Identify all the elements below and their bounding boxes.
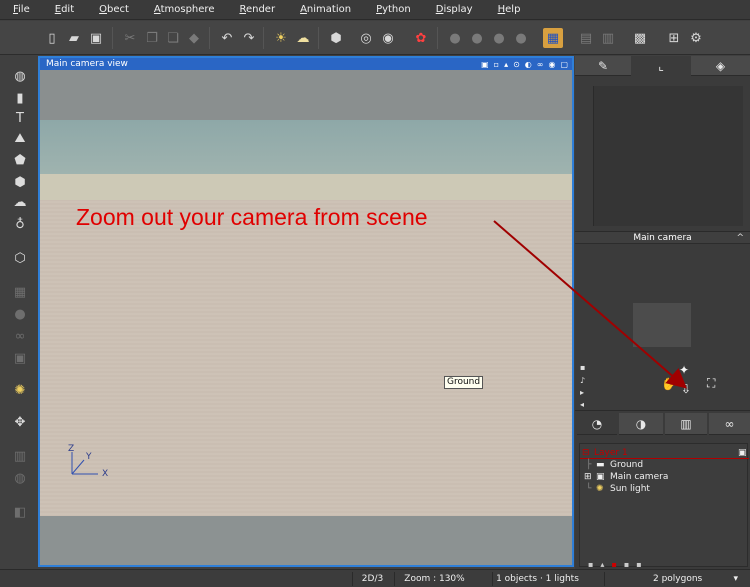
- status-polygons-label: 2 polygons: [653, 574, 703, 584]
- status-mode: 2D/3: [352, 572, 392, 586]
- app-window: File Edit Obect Atmosphere Render Animat…: [0, 0, 750, 587]
- status-dropdown-icon: ▾: [733, 574, 738, 584]
- status-bar: 2D/3 Zoom : 130% 1 objects · 1 lights 2 …: [0, 569, 750, 587]
- status-zoom: Zoom : 130%: [394, 572, 474, 586]
- status-polygons[interactable]: 2 polygons ▾: [604, 572, 744, 586]
- tutorial-arrow: [493, 220, 688, 389]
- status-counts: 1 objects · 1 lights: [492, 572, 582, 586]
